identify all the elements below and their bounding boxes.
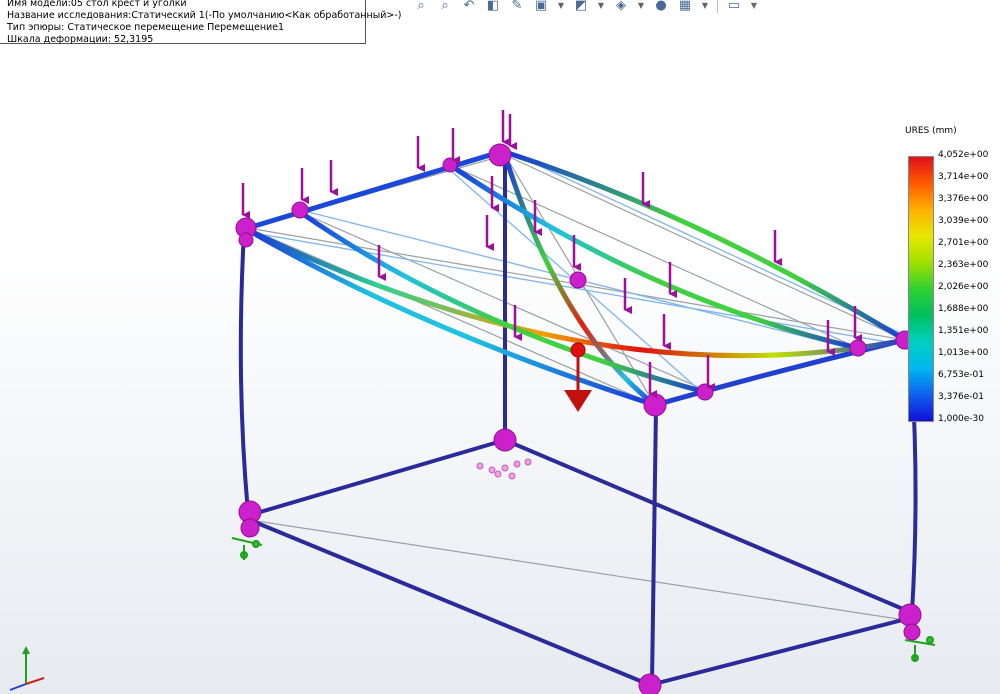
result-legend[interactable]: URES (mm) 4,052e+00 3,714e+00 3,376e+00 … xyxy=(903,126,1000,426)
legend-label: 1,351e+00 xyxy=(938,326,989,336)
legend-label: 3,714e+00 xyxy=(938,172,989,182)
legend-label: 4,052e+00 xyxy=(938,150,989,160)
reference-triad-icon xyxy=(9,646,45,691)
legend-label: 2,363e+00 xyxy=(938,260,989,270)
legend-label: 6,753e-01 xyxy=(938,370,985,380)
legend-color-bar xyxy=(908,156,934,422)
legend-label: 3,376e-01 xyxy=(938,392,985,402)
bolt-connector-cluster xyxy=(476,458,532,480)
legend-title: URES (mm) xyxy=(905,126,957,136)
frame-legs xyxy=(238,156,918,684)
base-frame xyxy=(248,438,912,687)
legend-label: 1,688e+00 xyxy=(938,304,989,314)
legend-label: 3,376e+00 xyxy=(938,194,989,204)
load-arrows xyxy=(241,110,862,398)
legend-label: 1,000e-30 xyxy=(938,414,985,424)
graphics-viewport[interactable] xyxy=(0,0,1000,694)
legend-label: 1,013e+00 xyxy=(938,348,989,358)
legend-label: 2,701e+00 xyxy=(938,238,989,248)
joint-connectors xyxy=(235,143,922,694)
legend-label: 3,039e+00 xyxy=(938,216,989,226)
legend-label: 2,026e+00 xyxy=(938,282,989,292)
